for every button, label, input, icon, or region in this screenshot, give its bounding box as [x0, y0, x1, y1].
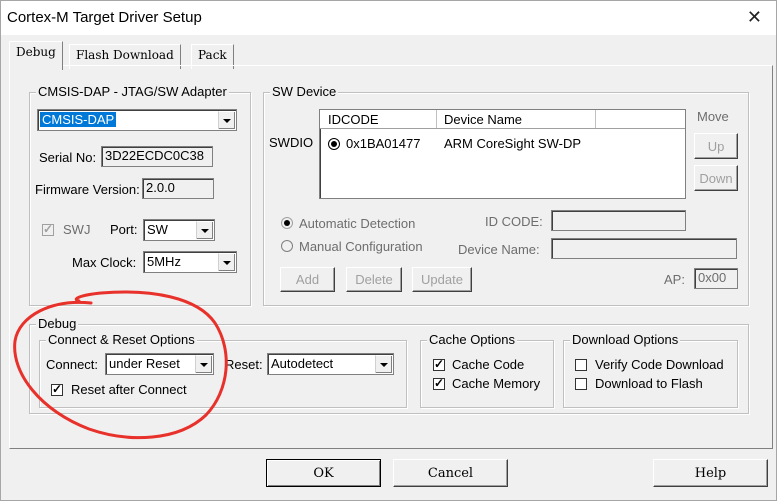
dialog-window: Cortex-M Target Driver Setup ✕ Debug Fla…: [0, 0, 777, 501]
red-circle-annotation: [13, 290, 228, 440]
tab-debug[interactable]: Debug: [9, 41, 63, 70]
